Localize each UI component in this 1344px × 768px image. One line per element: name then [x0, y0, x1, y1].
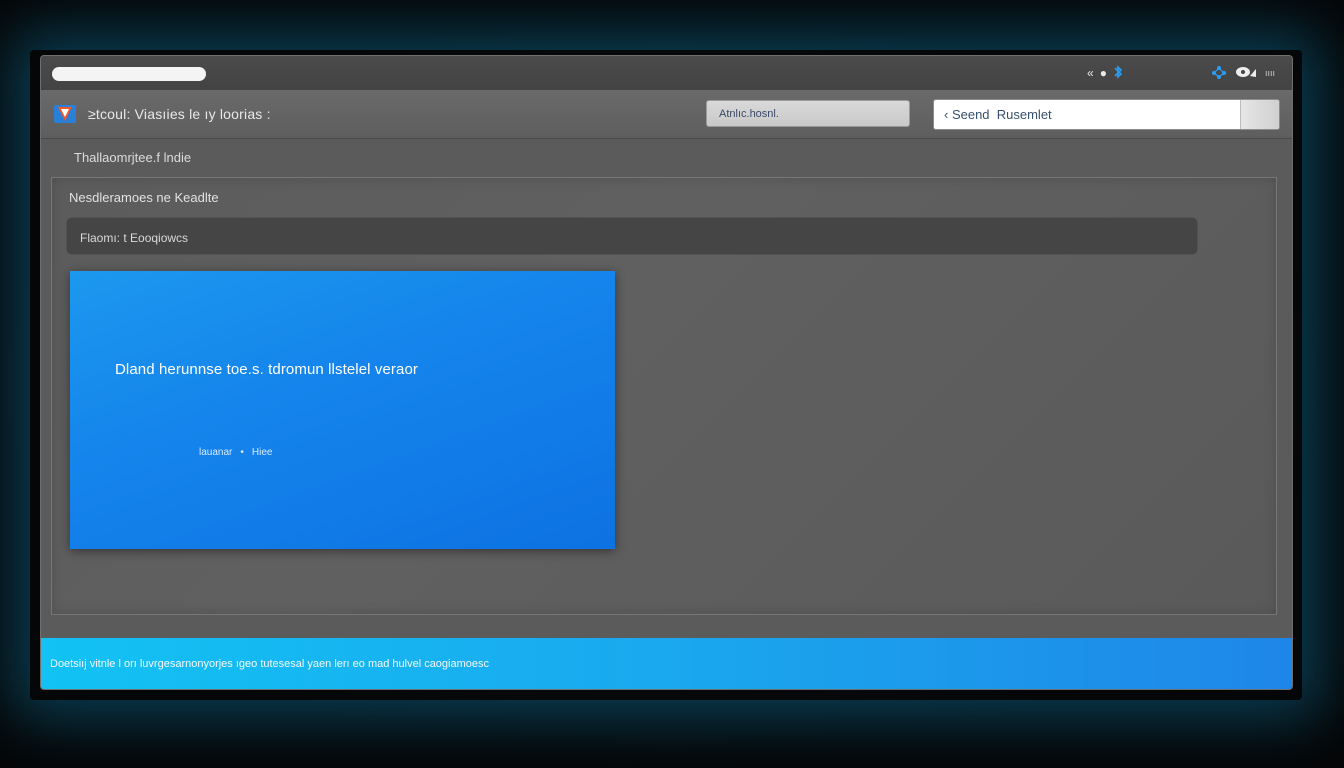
search-input[interactable]	[934, 100, 1244, 129]
app-logo-icon	[54, 103, 76, 125]
desktop-background: « ● ıııı ≥tcoul: Viasıies le ıy loorias …	[0, 0, 1344, 768]
filter-bar[interactable]: Flaomı: t Eooqiowcs	[66, 217, 1198, 255]
main-panel: Nesdleramoes ne Keadlte Flaomı: t Eooqio…	[51, 177, 1277, 615]
card-meta-right: Hiee	[251, 447, 273, 458]
search-field[interactable]	[933, 99, 1280, 130]
footer-text: Doetsiıj vitnle l orı luvrgesarnonyorjes…	[50, 658, 490, 670]
window-title-pill[interactable]	[52, 67, 206, 81]
tray-label: ıııı	[1265, 68, 1276, 78]
tray-icons: ıııı	[1211, 64, 1275, 82]
chevron-left-icon[interactable]: «	[1087, 66, 1094, 80]
status-icons: « ●	[1087, 64, 1123, 82]
app-window: « ● ıııı ≥tcoul: Viasıies le ıy loorias …	[40, 55, 1293, 690]
camera-icon[interactable]	[1235, 65, 1257, 82]
account-button[interactable]: Atnlıc.hosnl.	[706, 100, 910, 127]
featured-card[interactable]: Dland herunnse toe.s. tdromun llstelel v…	[70, 271, 615, 549]
card-meta: lauanar • Hiee	[199, 447, 272, 458]
card-meta-left: lauanar	[199, 447, 233, 458]
app-title: ≥tcoul: Viasıies le ıy loorias :	[88, 106, 271, 122]
dot-icon[interactable]: ●	[1100, 66, 1107, 80]
search-button[interactable]	[1240, 100, 1279, 129]
title-bar: « ● ıııı	[41, 56, 1292, 91]
breadcrumb[interactable]: Thallaomrjtee.f lndie	[74, 150, 191, 165]
network-icon[interactable]	[1211, 64, 1227, 83]
bluetooth-icon[interactable]	[1113, 64, 1123, 82]
panel-title: Nesdleramoes ne Keadlte	[69, 190, 219, 205]
toolbar: ≥tcoul: Viasıies le ıy loorias : Atnlıc.…	[41, 90, 1292, 139]
card-headline: Dland herunnse toe.s. tdromun llstelel v…	[115, 361, 418, 378]
card-meta-separator: •	[240, 447, 244, 458]
status-footer: Doetsiıj vitnle l orı luvrgesarnonyorjes…	[41, 638, 1292, 689]
